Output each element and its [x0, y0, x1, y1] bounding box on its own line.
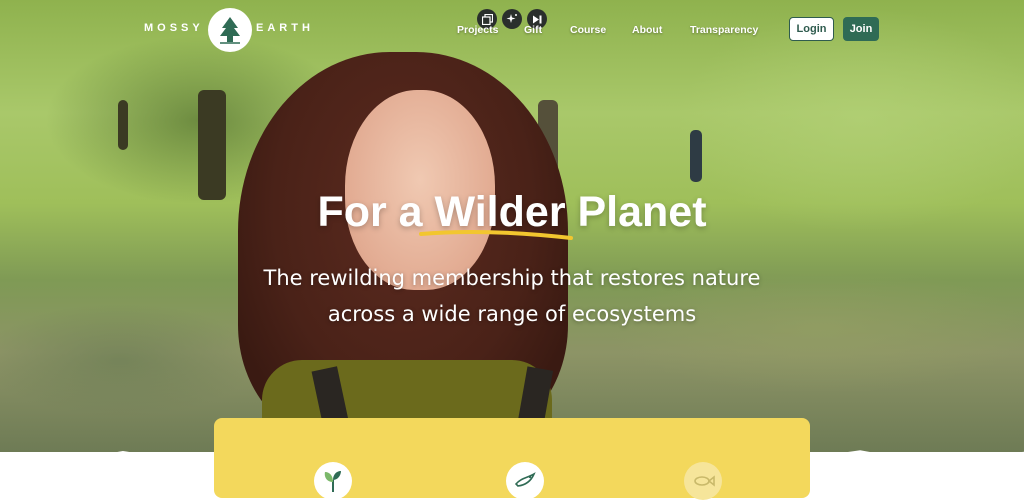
sparkle-button[interactable]	[502, 9, 522, 29]
bird-icon	[514, 472, 536, 487]
card-feature-3	[684, 462, 722, 500]
nav-item-about[interactable]: About	[632, 24, 662, 36]
features-card	[214, 418, 810, 500]
nav-item-gift[interactable]: Gift	[524, 24, 542, 36]
seedling-icon	[324, 471, 341, 492]
title-underline-swoosh	[419, 229, 573, 240]
card-feature-1	[314, 462, 352, 500]
nav-item-transparency[interactable]: Transparency	[690, 24, 758, 36]
nav-item-projects[interactable]: Projects	[457, 24, 498, 36]
hero-title-prefix: For a	[317, 188, 435, 236]
logo[interactable]	[208, 8, 252, 52]
brand-name-right: EARTH	[256, 22, 314, 34]
hero-title-suffix: Planet	[565, 188, 707, 236]
tree-trunk	[198, 90, 226, 200]
gallery-icon	[481, 13, 493, 25]
hero-subtitle-line2: across a wide range of ecosystems	[327, 302, 697, 326]
pine-tree-icon	[220, 17, 240, 44]
tree-trunk	[118, 100, 128, 150]
hero-subtitle-line1: The rewilding membership that restores n…	[263, 266, 761, 290]
sparkle-icon	[506, 14, 517, 23]
video-icon	[532, 15, 541, 23]
hiker-figure	[690, 130, 702, 182]
card-feature-2	[506, 462, 544, 500]
brand-name-left: MOSSY	[144, 22, 204, 34]
join-button[interactable]: Join	[843, 17, 879, 41]
nav-item-course[interactable]: Course	[570, 24, 606, 36]
fish-icon	[694, 475, 715, 487]
login-button[interactable]: Login	[789, 17, 834, 41]
